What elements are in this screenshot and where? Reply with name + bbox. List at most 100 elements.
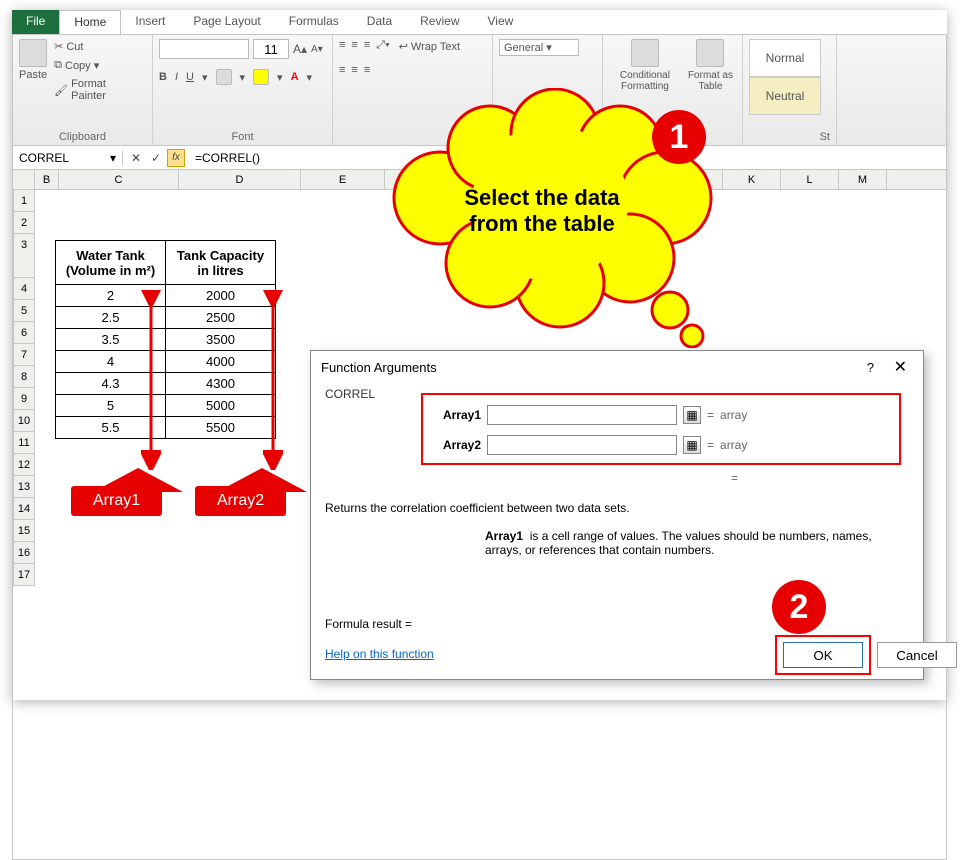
align-bot-icon[interactable]: ≡ — [364, 39, 370, 54]
col-header-K[interactable]: K — [723, 170, 781, 189]
shrink-font-icon[interactable]: A▾ — [311, 44, 323, 55]
annotation-step-1: 1 — [652, 110, 706, 164]
array1-ref-icon[interactable]: ▦ — [683, 406, 701, 424]
dialog-title: Function Arguments — [321, 360, 437, 375]
col-header-M[interactable]: M — [839, 170, 887, 189]
tab-page-layout[interactable]: Page Layout — [179, 10, 274, 34]
dialog-description: Returns the correlation coefficient betw… — [325, 501, 630, 515]
row-header-12[interactable]: 12 — [13, 454, 35, 476]
array2-ref-icon[interactable]: ▦ — [683, 436, 701, 454]
table-row: 55000 — [56, 395, 276, 417]
chevron-down-icon[interactable]: ▾ — [110, 151, 116, 165]
row-header-16[interactable]: 16 — [13, 542, 35, 564]
row-header-5[interactable]: 5 — [13, 300, 35, 322]
accept-formula-icon[interactable]: ✓ — [147, 149, 165, 167]
italic-button[interactable]: I — [175, 71, 178, 83]
group-styles-label: St — [749, 129, 830, 143]
fx-icon[interactable]: fx — [167, 149, 185, 167]
row-header-1[interactable]: 1 — [13, 190, 35, 212]
tab-insert[interactable]: Insert — [121, 10, 179, 34]
align-left-icon[interactable]: ≡ — [339, 64, 345, 76]
array1-label-dialog: Array1 — [431, 408, 481, 422]
font-color-icon[interactable]: A — [291, 71, 299, 83]
style-normal[interactable]: Normal — [749, 39, 821, 77]
row-header-9[interactable]: 9 — [13, 388, 35, 410]
cut-button[interactable]: ✂Cut — [51, 39, 146, 54]
array1-arrow — [141, 290, 161, 470]
function-arguments-dialog: Function Arguments ? ✕ CORREL Array1 ▦ =… — [310, 350, 924, 680]
col-header-C[interactable]: C — [59, 170, 179, 189]
format-painter-button[interactable]: 🖌Format Painter — [51, 77, 146, 103]
ok-button[interactable]: OK — [783, 642, 863, 668]
tab-review[interactable]: Review — [406, 10, 473, 34]
group-clipboard-label: Clipboard — [19, 129, 146, 143]
row-header-15[interactable]: 15 — [13, 520, 35, 542]
row-header-7[interactable]: 7 — [13, 344, 35, 366]
bold-button[interactable]: B — [159, 71, 167, 83]
col-header-D[interactable]: D — [179, 170, 301, 189]
row-header-6[interactable]: 6 — [13, 322, 35, 344]
ribbon-tabs: File Home Insert Page Layout Formulas Da… — [12, 10, 947, 34]
tab-view[interactable]: View — [474, 10, 528, 34]
grow-font-icon[interactable]: A▴ — [293, 42, 307, 56]
align-right-icon[interactable]: ≡ — [364, 64, 370, 76]
tab-file[interactable]: File — [12, 10, 59, 34]
row-header-17[interactable]: 17 — [13, 564, 35, 586]
row-header-8[interactable]: 8 — [13, 366, 35, 388]
number-format-select[interactable]: General ▾ — [499, 39, 579, 56]
cancel-button[interactable]: Cancel — [877, 642, 957, 668]
wrap-icon: ↩ — [399, 40, 408, 53]
array1-input[interactable] — [487, 405, 677, 425]
array2-input[interactable] — [487, 435, 677, 455]
dialog-close-icon[interactable]: ✕ — [888, 359, 913, 376]
align-center-icon[interactable]: ≡ — [351, 64, 357, 76]
formula-result-label: Formula result = — [325, 617, 412, 631]
scissors-icon: ✂ — [54, 40, 63, 53]
data-table: Water Tank(Volume in m²) Tank Capacityin… — [55, 240, 276, 439]
row-header-4[interactable]: 4 — [13, 278, 35, 300]
array1-preview: array — [720, 408, 747, 422]
paste-icon[interactable] — [19, 39, 47, 67]
tab-home[interactable]: Home — [59, 10, 121, 34]
row-header-13[interactable]: 13 — [13, 476, 35, 498]
copy-button[interactable]: ⧉Copy ▾ — [51, 58, 146, 73]
table-row: 3.53500 — [56, 329, 276, 351]
format-as-table-icon[interactable] — [696, 39, 724, 67]
copy-icon: ⧉ — [54, 59, 62, 72]
col-header-capacity: Tank Capacityin litres — [166, 241, 276, 285]
annotation-step-2: 2 — [772, 580, 826, 634]
row-header-2[interactable]: 2 — [13, 212, 35, 234]
col-header-L[interactable]: L — [781, 170, 839, 189]
row-header-11[interactable]: 11 — [13, 432, 35, 454]
font-family-select[interactable] — [159, 39, 249, 59]
dialog-help-icon[interactable]: ? — [857, 360, 884, 375]
underline-button[interactable]: U — [186, 71, 194, 83]
border-icon[interactable] — [216, 69, 232, 85]
table-row: 2.52500 — [56, 307, 276, 329]
tab-data[interactable]: Data — [353, 10, 406, 34]
dialog-arg-help: Array1 is a cell range of values. The va… — [485, 529, 895, 557]
orientation-icon[interactable]: ⤢▾ — [376, 39, 389, 54]
align-top-icon[interactable]: ≡ — [339, 39, 345, 54]
wrap-text-button[interactable]: ↩Wrap Text — [396, 39, 463, 54]
help-link[interactable]: Help on this function — [325, 647, 434, 661]
fill-color-icon[interactable] — [253, 69, 269, 85]
table-row: 4.34300 — [56, 373, 276, 395]
font-size-select[interactable] — [253, 39, 289, 59]
eq-sign: = — [707, 408, 714, 422]
array2-label-dialog: Array2 — [431, 438, 481, 452]
align-mid-icon[interactable]: ≡ — [351, 39, 357, 54]
table-row: 44000 — [56, 351, 276, 373]
array2-preview: array — [720, 438, 747, 452]
name-box[interactable]: CORREL▾ — [13, 151, 123, 165]
row-header-10[interactable]: 10 — [13, 410, 35, 432]
style-neutral[interactable]: Neutral — [749, 77, 821, 115]
group-font-label: Font — [159, 129, 326, 143]
row-header-14[interactable]: 14 — [13, 498, 35, 520]
cancel-formula-icon[interactable]: ✕ — [127, 149, 145, 167]
array2-label: Array2 — [195, 486, 286, 516]
conditional-formatting-icon[interactable] — [631, 39, 659, 67]
col-header-B[interactable]: B — [35, 170, 59, 189]
tab-formulas[interactable]: Formulas — [275, 10, 353, 34]
row-header-3[interactable]: 3 — [13, 234, 35, 278]
